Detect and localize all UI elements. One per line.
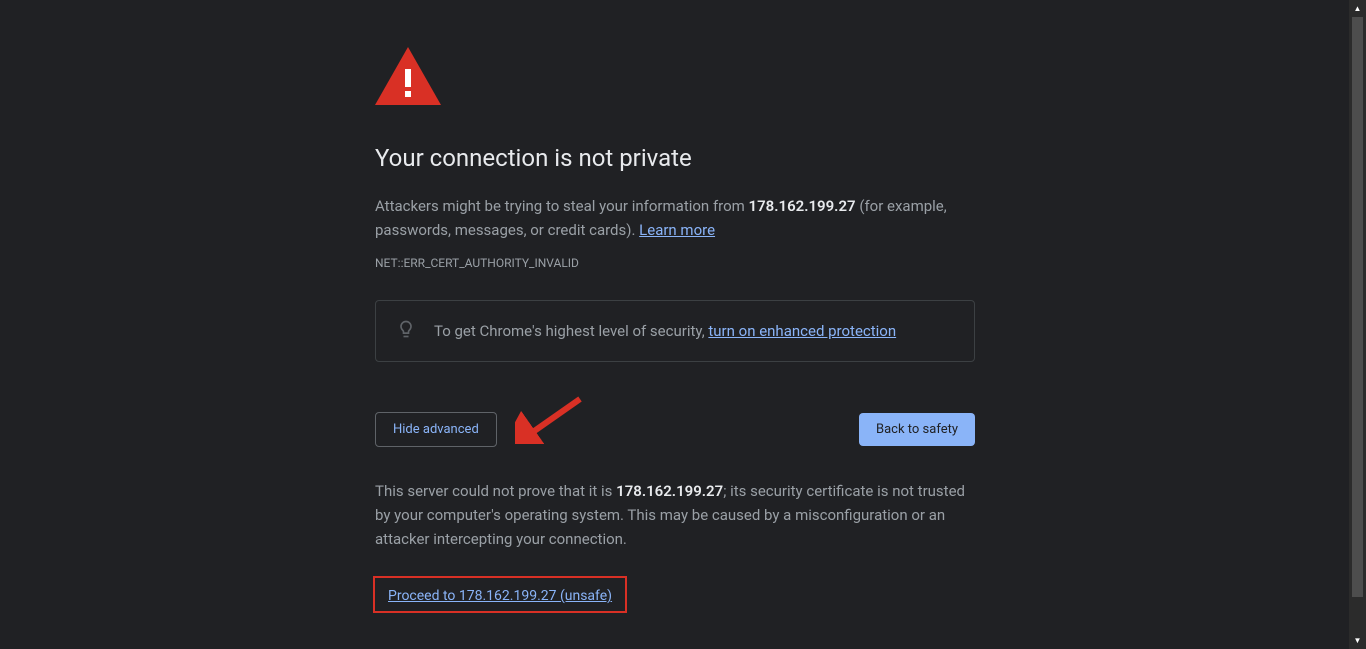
scrollbar-arrow-up-icon[interactable]: ▲ xyxy=(1349,0,1366,17)
page-title: Your connection is not private xyxy=(375,143,975,174)
ssl-error-page: Your connection is not private Attackers… xyxy=(375,0,975,613)
description-prefix: Attackers might be trying to steal your … xyxy=(375,197,749,215)
advanced-host: 178.162.199.27 xyxy=(616,482,723,500)
description-host: 178.162.199.27 xyxy=(749,197,856,215)
learn-more-link[interactable]: Learn more xyxy=(639,221,715,239)
enhanced-protection-box: To get Chrome's highest level of securit… xyxy=(375,300,975,362)
lightbulb-icon xyxy=(396,319,416,343)
scrollbar-thumb[interactable] xyxy=(1352,17,1363,597)
advanced-prefix: This server could not prove that it is xyxy=(375,482,616,500)
warning-triangle-icon xyxy=(375,47,975,105)
protection-text: To get Chrome's highest level of securit… xyxy=(434,322,896,340)
protection-prefix: To get Chrome's highest level of securit… xyxy=(434,322,708,340)
scrollbar-arrow-down-icon[interactable]: ▼ xyxy=(1349,632,1366,649)
advanced-details-text: This server could not prove that it is 1… xyxy=(375,479,975,551)
enhanced-protection-link[interactable]: turn on enhanced protection xyxy=(708,322,896,340)
hide-advanced-button[interactable]: Hide advanced xyxy=(375,412,497,447)
back-to-safety-button[interactable]: Back to safety xyxy=(859,413,975,446)
proceed-unsafe-link[interactable]: Proceed to 178.162.199.27 (unsafe) xyxy=(388,588,612,604)
annotation-arrow-icon xyxy=(515,394,585,448)
button-row: Hide advanced Back to safety xyxy=(375,412,975,447)
error-code: NET::ERR_CERT_AUTHORITY_INVALID xyxy=(375,256,975,270)
vertical-scrollbar[interactable]: ▲ ▼ xyxy=(1349,0,1366,649)
proceed-highlight-box: Proceed to 178.162.199.27 (unsafe) xyxy=(373,576,627,613)
warning-description: Attackers might be trying to steal your … xyxy=(375,194,975,242)
